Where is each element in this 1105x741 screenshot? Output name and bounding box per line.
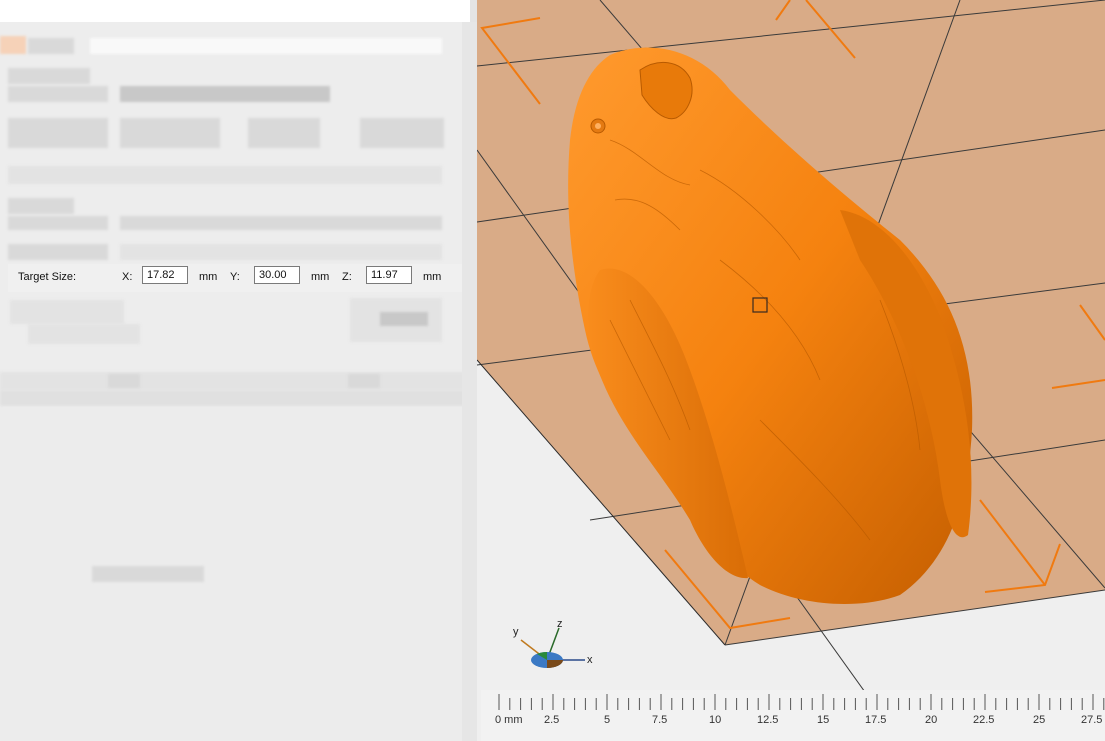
section-heading xyxy=(8,68,90,84)
x-unit: mm xyxy=(199,271,218,283)
panel-title-field[interactable] xyxy=(90,38,442,54)
ruler-label: 20 xyxy=(925,714,938,726)
3d-viewport[interactable]: y z x xyxy=(477,0,1105,741)
y-unit: mm xyxy=(311,271,330,283)
x-axis-label: x xyxy=(587,654,593,666)
ruler-ticks xyxy=(498,694,1105,710)
ruler-label: 17.5 xyxy=(865,714,887,726)
ruler-label: 10 xyxy=(709,714,722,726)
ruler-label: 5 xyxy=(604,714,611,726)
panel-top-strip xyxy=(0,0,470,22)
field-a[interactable] xyxy=(120,118,220,148)
ruler-label: 25 xyxy=(1033,714,1046,726)
ruler-label: 12.5 xyxy=(757,714,779,726)
panel-placeholder-text xyxy=(92,566,204,582)
z-unit: mm xyxy=(423,271,442,283)
strip-control-a[interactable] xyxy=(108,374,140,388)
field-b[interactable] xyxy=(248,118,320,148)
panel-body xyxy=(0,408,462,741)
section-value xyxy=(120,86,330,102)
target-size-label: Target Size: xyxy=(18,271,77,283)
settings-panel: Target Size: X: mm Y: mm Z: mm xyxy=(0,0,477,741)
z-label: Z: xyxy=(342,271,352,283)
ruler-label: 7.5 xyxy=(652,714,668,726)
x-label: X: xyxy=(122,271,133,283)
field-c[interactable] xyxy=(360,118,444,148)
ruler-label: 2.5 xyxy=(544,714,560,726)
ruler-label: 22.5 xyxy=(973,714,995,726)
panel-header-icon xyxy=(0,36,26,54)
ruler: 0 mm 2.5 5 7.5 10 12.5 15 17.5 20 22.5 25 27.5 xyxy=(481,690,1105,741)
z-axis-label: z xyxy=(557,618,563,630)
target-size-y-input[interactable] xyxy=(254,266,300,284)
y-label: Y: xyxy=(230,271,240,283)
panel-scrollbar[interactable] xyxy=(462,22,477,741)
target-size-x-input[interactable] xyxy=(142,266,188,284)
target-size-row: Target Size: X: mm Y: mm Z: mm xyxy=(8,264,470,292)
section-heading-2 xyxy=(8,198,74,214)
strip-control-b[interactable] xyxy=(348,374,380,388)
ruler-label: 0 mm xyxy=(495,714,523,726)
target-size-z-input[interactable] xyxy=(366,266,412,284)
ruler-label: 15 xyxy=(817,714,830,726)
ruler-label: 27.5 xyxy=(1081,714,1103,726)
y-axis-label: y xyxy=(513,626,519,638)
